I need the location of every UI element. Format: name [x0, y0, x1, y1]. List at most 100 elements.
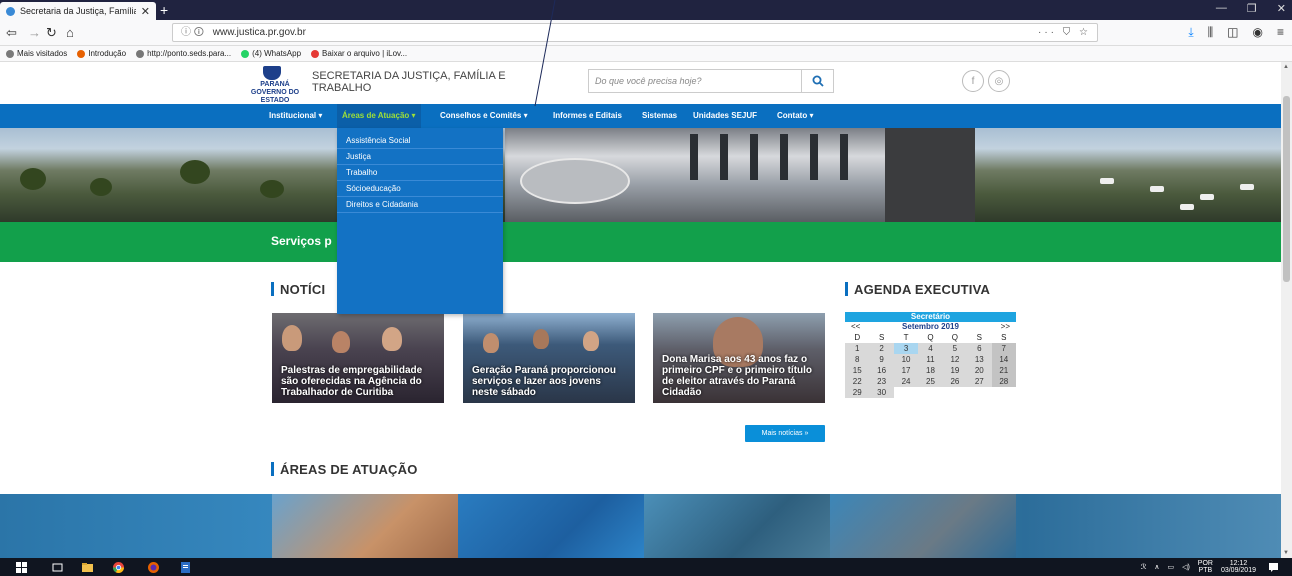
- calendar-day[interactable]: 16: [869, 365, 894, 376]
- calendar-day[interactable]: 17: [893, 365, 919, 376]
- restore-icon[interactable]: ❐: [1247, 2, 1257, 15]
- calendar-day[interactable]: 24: [893, 376, 919, 387]
- clock[interactable]: 12:12 03/09/2019: [1221, 560, 1256, 574]
- scroll-up-icon[interactable]: ▲: [1283, 64, 1289, 70]
- menu-item-justica[interactable]: Justiça: [337, 149, 503, 165]
- volume-icon[interactable]: ◁): [1182, 563, 1190, 571]
- task-view-icon[interactable]: [52, 562, 63, 573]
- library-icon[interactable]: ⫼: [1208, 25, 1214, 40]
- parana-logo[interactable]: PARANÁ GOVERNO DO ESTADO: [248, 66, 302, 104]
- calendar-day[interactable]: 18: [918, 365, 943, 376]
- nav-informes-e-editais[interactable]: Informes e Editais: [548, 104, 627, 128]
- calendar-day[interactable]: 19: [942, 365, 968, 376]
- calendar-day[interactable]: 30: [869, 387, 894, 398]
- network-icon[interactable]: ▭: [1167, 563, 1174, 571]
- reload-icon[interactable]: ↻: [46, 24, 57, 42]
- nav-areas-de-atuacao[interactable]: Áreas de Atuação ▾: [337, 104, 421, 128]
- calendar-day[interactable]: 13: [967, 354, 992, 365]
- scroll-down-icon[interactable]: ▼: [1283, 550, 1289, 556]
- calendar-day[interactable]: 7: [991, 343, 1016, 354]
- calendar-day[interactable]: 11: [918, 354, 943, 365]
- extension-icon[interactable]: ◉: [1253, 25, 1263, 40]
- whatsapp-icon: [241, 49, 250, 58]
- calendar-day[interactable]: 8: [845, 354, 870, 365]
- document-icon[interactable]: [180, 562, 191, 573]
- next-month-button[interactable]: >>: [1001, 322, 1010, 332]
- nav-sistemas[interactable]: Sistemas: [637, 104, 682, 128]
- calendar-day[interactable]: 5: [942, 343, 968, 354]
- search-input[interactable]: Do que você precisa hoje?: [595, 76, 702, 86]
- site-info-icon[interactable]: ⓘ 🛈: [181, 27, 204, 38]
- news-card[interactable]: Dona Marisa aos 43 anos faz o primeiro C…: [653, 313, 825, 403]
- calendar-day[interactable]: 23: [869, 376, 894, 387]
- area-panel[interactable]: [272, 494, 458, 558]
- calendar-day[interactable]: 6: [967, 343, 992, 354]
- menu-item-direitos-e-cidadania[interactable]: Direitos e Cidadania: [337, 197, 503, 213]
- calendar-day[interactable]: 9: [869, 354, 894, 365]
- forward-icon[interactable]: →: [28, 24, 41, 42]
- calendar-day[interactable]: 3: [893, 343, 919, 354]
- file-explorer-icon[interactable]: [82, 562, 93, 573]
- notifications-icon[interactable]: [1268, 562, 1279, 573]
- calendar-day[interactable]: 2: [869, 343, 894, 354]
- menu-item-trabalho[interactable]: Trabalho: [337, 165, 503, 181]
- chrome-icon[interactable]: [113, 562, 124, 573]
- calendar-day[interactable]: 26: [942, 376, 968, 387]
- bookmark-item[interactable]: http://ponto.seds.para...: [136, 49, 231, 58]
- area-panel[interactable]: [830, 494, 1016, 558]
- area-panel[interactable]: [644, 494, 830, 558]
- new-tab-icon[interactable]: +: [160, 2, 168, 18]
- nav-institucional[interactable]: Institucional ▾: [264, 104, 327, 128]
- sidebar-icon[interactable]: ◫: [1227, 25, 1238, 40]
- minimize-icon[interactable]: —: [1216, 2, 1227, 15]
- close-window-icon[interactable]: ✕: [1277, 2, 1286, 15]
- area-panel[interactable]: [458, 494, 644, 558]
- instagram-icon[interactable]: ◎: [988, 70, 1010, 92]
- people-icon[interactable]: ℛ: [1141, 563, 1147, 571]
- calendar-day[interactable]: 12: [942, 354, 968, 365]
- search-button[interactable]: [801, 70, 833, 92]
- search-box[interactable]: Do que você precisa hoje?: [588, 69, 834, 93]
- calendar-day[interactable]: 27: [967, 376, 992, 387]
- nav-contato[interactable]: Contato ▾: [772, 104, 818, 128]
- calendar-day[interactable]: 25: [918, 376, 943, 387]
- firefox-taskbar-icon[interactable]: [148, 562, 159, 573]
- bookmark-item[interactable]: Mais visitados: [6, 49, 67, 58]
- calendar-day[interactable]: 29: [845, 387, 870, 398]
- bookmark-item[interactable]: Introdução: [77, 49, 126, 58]
- scrollbar-thumb[interactable]: [1283, 96, 1290, 282]
- windows-start-icon[interactable]: [16, 562, 27, 573]
- menu-icon[interactable]: ≡: [1277, 25, 1284, 40]
- bookmark-item[interactable]: Baixar o arquivo | iLov...: [311, 49, 407, 58]
- prev-month-button[interactable]: <<: [851, 322, 860, 332]
- browser-tab[interactable]: Secretaria da Justiça, Família e ✕: [0, 2, 156, 20]
- address-bar[interactable]: ⓘ 🛈 www.justica.pr.gov.br ··· ⛉ ☆: [172, 23, 1098, 42]
- news-card[interactable]: Palestras de empregabilidade são ofereci…: [272, 313, 444, 403]
- calendar-day[interactable]: 4: [918, 343, 943, 354]
- language-indicator[interactable]: POR PTB: [1198, 560, 1213, 574]
- calendar-day[interactable]: 28: [991, 376, 1016, 387]
- news-card[interactable]: Geração Paraná proporcionou serviços e l…: [463, 313, 635, 403]
- show-hidden-icons[interactable]: ∧: [1154, 563, 1159, 571]
- calendar-day[interactable]: 22: [845, 376, 870, 387]
- calendar-day[interactable]: 21: [991, 365, 1016, 376]
- more-news-button[interactable]: Mais notícias »: [745, 425, 825, 442]
- bookmark-item[interactable]: (4) WhatsApp: [241, 49, 301, 58]
- calendar-day[interactable]: 20: [967, 365, 992, 376]
- news-photo-person: [533, 329, 549, 349]
- menu-item-assistencia-social[interactable]: Assistência Social: [337, 133, 503, 149]
- facebook-icon[interactable]: f: [962, 70, 984, 92]
- page-scrollbar[interactable]: ▲ ▼: [1281, 62, 1292, 558]
- home-icon[interactable]: ⌂: [66, 24, 74, 42]
- close-tab-icon[interactable]: ✕: [141, 5, 150, 18]
- page-actions[interactable]: ··· ⛉ ☆: [1038, 24, 1091, 41]
- back-icon[interactable]: ⇦: [6, 24, 17, 42]
- calendar-day[interactable]: 10: [893, 354, 919, 365]
- nav-conselhos-e-comites[interactable]: Conselhos e Comitês ▾: [435, 104, 533, 128]
- nav-unidades-sejuf[interactable]: Unidades SEJUF: [688, 104, 762, 128]
- calendar-day[interactable]: 15: [845, 365, 870, 376]
- downloads-icon[interactable]: ⤓: [1188, 25, 1193, 40]
- calendar-day[interactable]: 1: [845, 343, 870, 354]
- calendar-day[interactable]: 14: [991, 354, 1016, 365]
- menu-item-socioeducacao[interactable]: Sócioeducação: [337, 181, 503, 197]
